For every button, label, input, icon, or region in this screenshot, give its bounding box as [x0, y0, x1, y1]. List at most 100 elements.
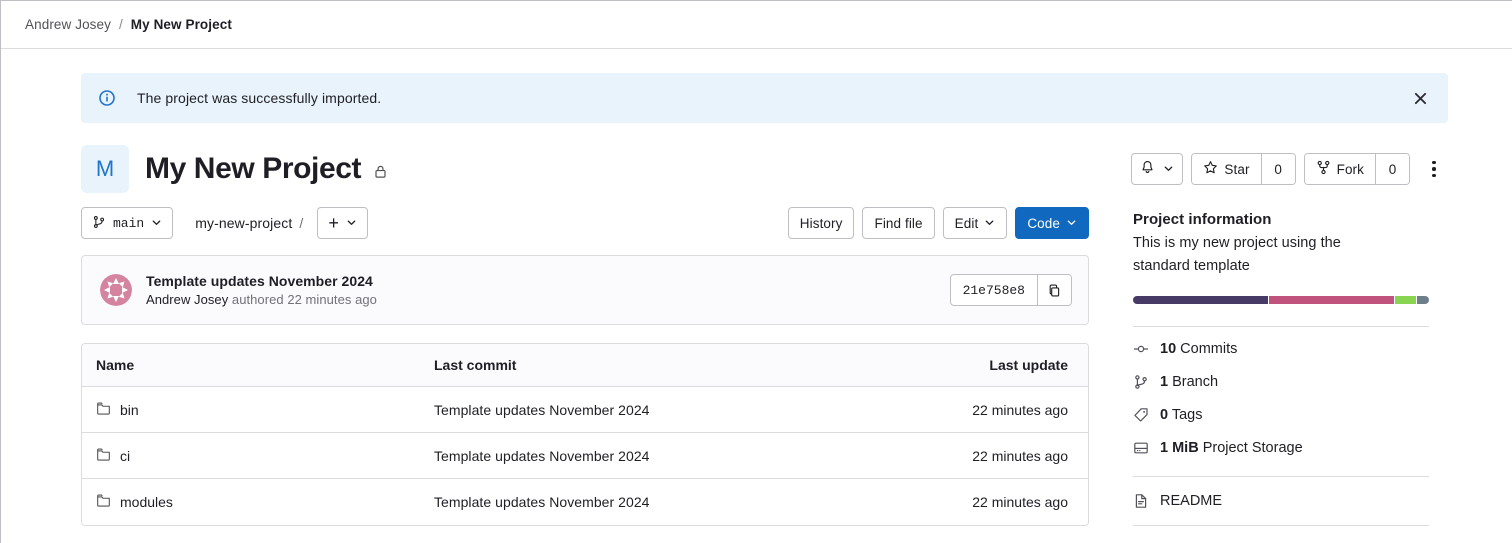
table-row[interactable]: modules Template updates November 2024 2…	[82, 479, 1088, 525]
folder-icon	[96, 493, 111, 511]
file-name-cell: modules	[96, 493, 434, 511]
repository-toolbar: main my-new-project / + History Find fil…	[81, 207, 1089, 239]
chevron-down-icon	[151, 216, 162, 231]
row-last-update: 22 minutes ago	[972, 447, 1068, 464]
stat-storage-label: Project Storage	[1202, 440, 1303, 457]
row-last-update: 22 minutes ago	[972, 494, 1068, 510]
project-actions: Star 0 Fork 0	[1131, 153, 1448, 185]
column-header-last-commit: Last commit	[434, 357, 517, 373]
commit-sha[interactable]: 21e758e8	[951, 275, 1037, 305]
file-name-cell: ci	[96, 447, 434, 465]
star-control: Star 0	[1191, 153, 1296, 185]
branch-name: main	[113, 215, 145, 231]
divider	[1133, 476, 1429, 478]
readme-link[interactable]: README	[1133, 493, 1448, 509]
row-commit-message[interactable]: Template updates November 2024	[434, 448, 908, 464]
fork-label: Fork	[1336, 161, 1364, 177]
close-icon[interactable]	[1406, 84, 1434, 112]
commit-action: authored	[231, 292, 284, 307]
page-content: The project was successfully imported. M…	[1, 49, 1512, 527]
language-segment	[1417, 296, 1429, 305]
row-commit-message[interactable]: Template updates November 2024	[434, 402, 908, 418]
repo-path-separator: /	[299, 215, 304, 231]
history-button[interactable]: History	[787, 207, 855, 239]
commit-title[interactable]: Template updates November 2024	[146, 273, 377, 289]
stat-tags-value: 0	[1160, 407, 1169, 424]
commit-author[interactable]: Andrew Josey	[146, 292, 228, 307]
import-success-alert: The project was successfully imported.	[81, 73, 1448, 123]
star-count[interactable]: 0	[1260, 154, 1295, 184]
code-button[interactable]: Code	[1015, 207, 1089, 239]
kebab-vertical-icon[interactable]	[1420, 153, 1448, 185]
body-layout: main my-new-project / + History Find fil…	[81, 207, 1448, 527]
folder-icon	[96, 447, 111, 465]
stat-tags-label: Tags	[1171, 407, 1203, 424]
project-page: Andrew Josey / My New Project The projec…	[0, 0, 1512, 543]
code-label: Code	[1027, 215, 1060, 231]
plus-icon: +	[328, 213, 339, 233]
language-segment	[1133, 296, 1268, 305]
project-stats: 10 Commits 1 Branch 0 Tags 1 MiB Project…	[1133, 341, 1448, 456]
project-header: M My New Project Star 0 Fork 0	[81, 145, 1448, 193]
stat-commits[interactable]: 10 Commits	[1133, 341, 1448, 357]
commit-subtitle: Andrew Josey authored 22 minutes ago	[146, 292, 377, 307]
file-name[interactable]: bin	[120, 402, 139, 418]
commit-icon	[1133, 341, 1149, 357]
file-name[interactable]: ci	[120, 448, 130, 464]
find-file-button[interactable]: Find file	[862, 207, 935, 239]
find-file-label: Find file	[874, 215, 923, 231]
repo-path[interactable]: my-new-project /	[195, 215, 303, 231]
breadcrumb-separator: /	[119, 17, 123, 32]
doc-icon	[1133, 493, 1149, 509]
file-tree: Name Last commit Last update bin Templat…	[81, 343, 1089, 526]
file-name-cell: bin	[96, 401, 434, 419]
breadcrumb-owner[interactable]: Andrew Josey	[25, 17, 111, 32]
storage-icon	[1133, 440, 1149, 456]
clipboard-icon[interactable]	[1037, 275, 1071, 305]
branch-icon	[92, 215, 106, 232]
star-icon	[1203, 160, 1218, 178]
fork-button[interactable]: Fork	[1304, 154, 1375, 184]
repository-column: main my-new-project / + History Find fil…	[81, 207, 1089, 526]
file-name[interactable]: modules	[120, 494, 173, 510]
notification-button[interactable]	[1131, 153, 1184, 185]
language-bar[interactable]	[1133, 296, 1429, 305]
file-tree-header: Name Last commit Last update	[82, 344, 1088, 387]
commit-time: 22 minutes ago	[287, 292, 377, 307]
readme-label: README	[1160, 493, 1223, 510]
stat-tags[interactable]: 0 Tags	[1133, 407, 1448, 423]
repo-action-buttons: History Find file Edit Code	[787, 207, 1089, 239]
divider	[1133, 326, 1429, 328]
tag-icon	[1133, 407, 1149, 423]
project-information-sidebar: Project information This is my new proje…	[1133, 207, 1448, 527]
chevron-down-icon	[346, 216, 357, 231]
folder-icon	[96, 401, 111, 419]
table-row[interactable]: bin Template updates November 2024 22 mi…	[82, 387, 1088, 433]
alert-message: The project was successfully imported.	[137, 90, 382, 106]
branch-selector[interactable]: main	[81, 207, 174, 239]
table-row[interactable]: ci Template updates November 2024 22 min…	[82, 433, 1088, 479]
stat-commits-value: 10	[1160, 341, 1177, 358]
project-avatar[interactable]: M	[81, 145, 129, 193]
add-to-repo-button[interactable]: +	[317, 207, 368, 239]
row-last-update: 22 minutes ago	[972, 401, 1068, 418]
stat-storage[interactable]: 1 MiB Project Storage	[1133, 440, 1448, 456]
fork-count[interactable]: 0	[1375, 154, 1409, 184]
stat-commits-label: Commits	[1180, 341, 1238, 358]
stat-storage-value: 1 MiB	[1160, 440, 1199, 457]
bell-icon	[1140, 160, 1155, 178]
language-segment	[1395, 296, 1417, 305]
avatar	[100, 274, 132, 306]
stat-branches[interactable]: 1 Branch	[1133, 374, 1448, 390]
edit-button[interactable]: Edit	[942, 207, 1008, 239]
language-segment	[1268, 296, 1395, 305]
star-button[interactable]: Star	[1192, 154, 1261, 184]
chevron-down-icon	[984, 216, 995, 231]
breadcrumb-current[interactable]: My New Project	[131, 17, 232, 32]
star-label: Star	[1224, 161, 1250, 177]
commit-sha-group: 21e758e8	[949, 274, 1072, 306]
row-commit-message[interactable]: Template updates November 2024	[434, 494, 908, 510]
fork-icon	[1316, 160, 1331, 178]
chevron-down-icon	[1163, 162, 1174, 177]
fork-control: Fork 0	[1303, 153, 1410, 185]
